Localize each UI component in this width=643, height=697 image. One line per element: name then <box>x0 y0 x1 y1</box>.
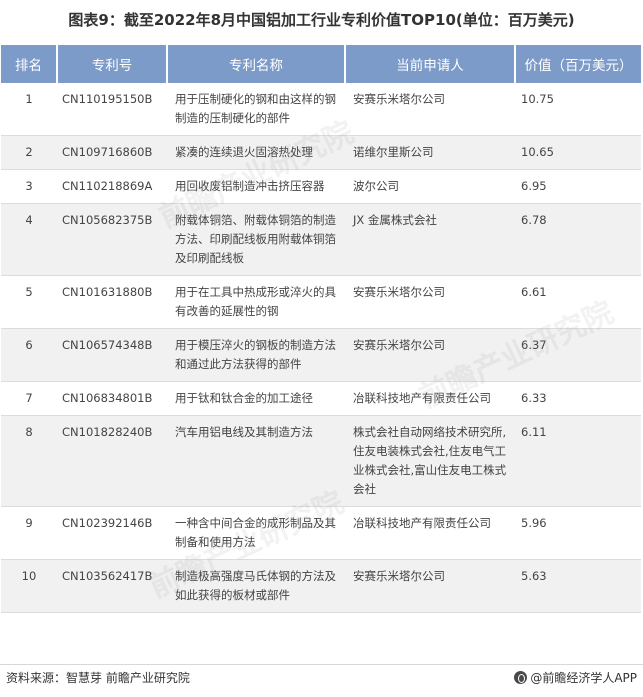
patent-no-cell: CN110195150B <box>57 83 167 136</box>
patent-name-cell: 汽车用铝电线及其制造方法 <box>167 415 345 507</box>
table-row: 7 CN106834801B 用于钛和钛合金的加工途径 冶联科技地产有限责任公司… <box>1 381 641 416</box>
patent-no-cell: CN109716860B <box>57 135 167 170</box>
owner-cell: 株式会社自动网络技术研究所,住友电装株式会社,住友电气工业株式会社,富山住友电工… <box>345 415 515 507</box>
table-row: 1 CN110195150B 用于压制硬化的钢和由这样的钢制造的压制硬化的部件 … <box>1 83 641 136</box>
patent-no-cell: CN101828240B <box>57 415 167 507</box>
owner-cell: 冶联科技地产有限责任公司 <box>345 506 515 560</box>
owner-cell: 安赛乐米塔尔公司 <box>345 328 515 382</box>
patent-no-cell: CN106574348B <box>57 328 167 382</box>
header-value: 价值（百万美元） <box>515 45 641 83</box>
header-owner: 当前申请人 <box>345 45 516 83</box>
patent-name-cell: 附载体铜箔、附载体铜箔的制造方法、印刷配线板用附载体铜箔及印刷配线板 <box>167 203 345 276</box>
table-row: 8 CN101828240B 汽车用铝电线及其制造方法 株式会社自动网络技术研究… <box>1 415 641 507</box>
table-row: 6 CN106574348B 用于模压淬火的钢板的制造方法和通过此方法获得的部件… <box>1 328 641 382</box>
table-row: 3 CN110218869A 用回收废铝制造冲击挤压容器 波尔公司 6.95 <box>1 169 641 204</box>
patent-name-cell: 紧凑的连续退火固溶热处理 <box>167 135 345 170</box>
value-cell: 6.37 <box>515 328 641 382</box>
table-row: 4 CN105682375B 附载体铜箔、附载体铜箔的制造方法、印刷配线板用附载… <box>1 203 641 276</box>
value-cell: 10.65 <box>515 135 641 170</box>
patent-no-cell: CN101631880B <box>57 275 167 329</box>
patent-name-cell: 用于钛和钛合金的加工途径 <box>167 381 345 416</box>
rank-cell: 7 <box>1 381 57 416</box>
owner-cell: JX 金属株式会社 <box>345 203 515 276</box>
patent-no-cell: CN103562417B <box>57 559 167 613</box>
value-cell: 6.61 <box>515 275 641 329</box>
value-cell: 6.78 <box>515 203 641 276</box>
rank-cell: 2 <box>1 135 57 170</box>
owner-cell: 安赛乐米塔尔公司 <box>345 275 515 329</box>
value-cell: 6.11 <box>515 415 641 507</box>
header-patent-no: 专利号 <box>57 45 168 83</box>
patent-name-cell: 用于模压淬火的钢板的制造方法和通过此方法获得的部件 <box>167 328 345 382</box>
rank-cell: 10 <box>1 559 57 613</box>
patent-no-cell: CN102392146B <box>57 506 167 560</box>
footer: 资料来源：智慧芽 前瞻产业研究院 @前瞻经济学人APP <box>0 664 643 697</box>
patent-table: 排名 专利号 专利名称 当前申请人 价值（百万美元） 1 CN110195150… <box>1 45 641 613</box>
rank-cell: 9 <box>1 506 57 560</box>
value-cell: 6.33 <box>515 381 641 416</box>
rank-cell: 1 <box>1 83 57 136</box>
table-row: 10 CN103562417B 制造极高强度马氏体钢的方法及如此获得的板材或部件… <box>1 559 641 613</box>
patent-no-cell: CN106834801B <box>57 381 167 416</box>
rank-cell: 3 <box>1 169 57 204</box>
patent-no-cell: CN110218869A <box>57 169 167 204</box>
owner-cell: 冶联科技地产有限责任公司 <box>345 381 515 416</box>
header-patent-name: 专利名称 <box>167 45 346 83</box>
table-header-row: 排名 专利号 专利名称 当前申请人 价值（百万美元） <box>1 45 641 83</box>
patent-name-cell: 用于压制硬化的钢和由这样的钢制造的压制硬化的部件 <box>167 83 345 136</box>
patent-name-cell: 用回收废铝制造冲击挤压容器 <box>167 169 345 204</box>
rank-cell: 4 <box>1 203 57 276</box>
owner-cell: 安赛乐米塔尔公司 <box>345 83 515 136</box>
brand-logo-icon <box>514 671 528 684</box>
header-rank: 排名 <box>1 45 58 83</box>
patent-name-cell: 一种含中间合金的成形制品及其制备和使用方法 <box>167 506 345 560</box>
owner-cell: 安赛乐米塔尔公司 <box>345 559 515 613</box>
owner-cell: 诺维尔里斯公司 <box>345 135 515 170</box>
brand-label: @前瞻经济学人APP <box>530 671 637 685</box>
patent-no-cell: CN105682375B <box>57 203 167 276</box>
brand: @前瞻经济学人APP <box>514 669 637 686</box>
source-note: 资料来源：智慧芽 前瞻产业研究院 <box>6 671 190 685</box>
owner-cell: 波尔公司 <box>345 169 515 204</box>
table-row: 5 CN101631880B 用于在工具中热成形或淬火的具有改善的延展性的钢 安… <box>1 275 641 329</box>
value-cell: 10.75 <box>515 83 641 136</box>
table-row: 2 CN109716860B 紧凑的连续退火固溶热处理 诺维尔里斯公司 10.6… <box>1 135 641 170</box>
rank-cell: 8 <box>1 415 57 507</box>
chart-title: 图表9：截至2022年8月中国铝加工行业专利价值TOP10(单位：百万美元) <box>68 11 575 29</box>
rank-cell: 6 <box>1 328 57 382</box>
patent-name-cell: 用于在工具中热成形或淬火的具有改善的延展性的钢 <box>167 275 345 329</box>
table-row: 9 CN102392146B 一种含中间合金的成形制品及其制备和使用方法 冶联科… <box>1 506 641 560</box>
patent-name-cell: 制造极高强度马氏体钢的方法及如此获得的板材或部件 <box>167 559 345 613</box>
rank-cell: 5 <box>1 275 57 329</box>
value-cell: 5.96 <box>515 506 641 560</box>
value-cell: 5.63 <box>515 559 641 613</box>
value-cell: 6.95 <box>515 169 641 204</box>
